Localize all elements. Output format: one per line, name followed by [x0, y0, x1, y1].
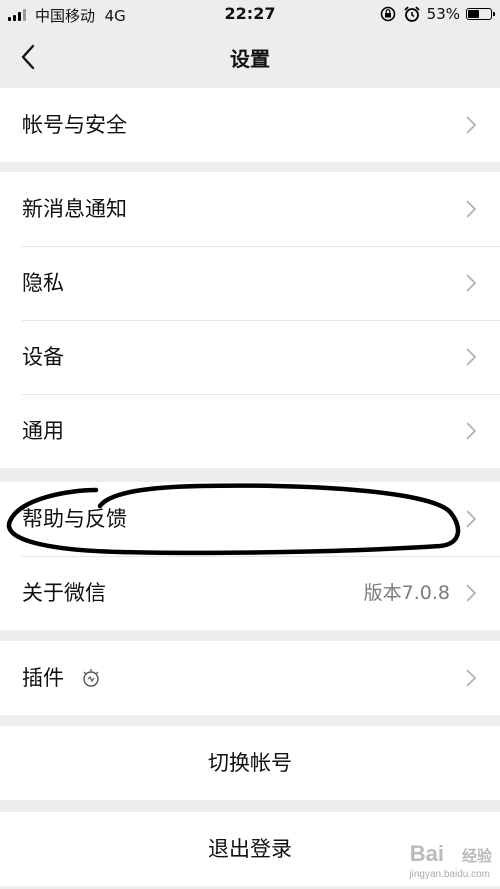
- battery-percent: 53%: [426, 5, 460, 23]
- settings-item-devices[interactable]: 设备: [0, 320, 500, 394]
- battery-icon: [466, 8, 495, 20]
- group-plugins: 插件: [0, 641, 500, 715]
- switch-account-label: 切换帐号: [208, 751, 292, 775]
- chevron-right-icon: [466, 348, 476, 366]
- settings-item-account-security[interactable]: 帐号与安全: [0, 88, 500, 162]
- settings-item-notifications[interactable]: 新消息通知: [0, 172, 500, 246]
- settings-item-privacy[interactable]: 隐私: [0, 246, 500, 320]
- group-account: 帐号与安全: [0, 88, 500, 162]
- chevron-right-icon: [466, 669, 476, 687]
- settings-item-label: 新消息通知: [22, 197, 127, 221]
- settings-item-help-feedback[interactable]: 帮助与反馈: [0, 482, 500, 556]
- group-help: 帮助与反馈 关于微信 版本7.0.8: [0, 482, 500, 630]
- nav-bar: 设置: [0, 28, 500, 84]
- battery-level: [468, 10, 479, 18]
- version-label: 版本7.0.8: [363, 582, 450, 604]
- group-switch-account: 切换帐号: [0, 726, 500, 800]
- baidu-watermark: Bai 经验 jingyan.baidu.com: [409, 841, 492, 880]
- chevron-right-icon: [466, 584, 476, 602]
- group-general: 新消息通知 隐私 设备 通用: [0, 172, 500, 468]
- settings-item-about[interactable]: 关于微信 版本7.0.8: [0, 556, 500, 630]
- chevron-right-icon: [466, 510, 476, 528]
- bulb-icon: [83, 669, 99, 687]
- chevron-right-icon: [466, 116, 476, 134]
- settings-item-label: 帮助与反馈: [22, 507, 127, 531]
- watermark-url: jingyan.baidu.com: [409, 869, 490, 880]
- settings-item-label: 隐私: [22, 271, 64, 295]
- settings-item-plugins[interactable]: 插件: [0, 641, 500, 715]
- chevron-right-icon: [466, 200, 476, 218]
- settings-item-label: 关于微信: [22, 581, 106, 605]
- settings-item-label: 帐号与安全: [22, 113, 127, 137]
- chevron-right-icon: [466, 274, 476, 292]
- switch-account-button[interactable]: 切换帐号: [0, 726, 500, 800]
- settings-item-general[interactable]: 通用: [0, 394, 500, 468]
- settings-item-label: 通用: [22, 419, 64, 443]
- chevron-right-icon: [466, 422, 476, 440]
- page-title: 设置: [230, 47, 270, 71]
- status-bar: 中国移动 4G 22:27 53%: [0, 0, 500, 28]
- rotation-lock-icon: [380, 6, 395, 22]
- settings-item-label: 设备: [22, 345, 64, 369]
- alarm-icon: [404, 6, 420, 22]
- settings-item-label: 插件: [22, 666, 64, 690]
